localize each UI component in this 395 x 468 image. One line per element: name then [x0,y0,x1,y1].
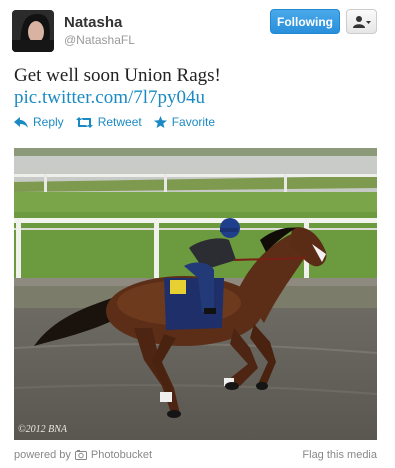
avatar-photo [12,10,54,52]
media-footer: powered by Photobucket Flag this media [14,449,377,461]
reply-icon [14,116,28,128]
tweet-actions: Reply Retweet Favorite [14,114,227,130]
flag-media-link[interactable]: Flag this media [302,449,377,461]
retweet-button[interactable]: Retweet [75,115,142,129]
favorite-button[interactable]: Favorite [153,115,216,129]
powered-by-label: powered by [14,449,71,461]
photo-watermark: ©2012 BNA [18,424,67,435]
avatar[interactable] [12,10,54,52]
tweet-photo[interactable]: ©2012 BNA [14,148,377,440]
user-dropdown-icon [352,15,371,28]
retweet-label: Retweet [97,115,142,129]
reply-label: Reply [33,115,64,129]
favorite-label: Favorite [171,115,216,129]
tweet-media-link[interactable]: pic.twitter.com/7l7py04u [14,86,205,110]
user-name[interactable]: Natasha [64,14,122,31]
star-icon [153,116,167,128]
powered-by: powered by Photobucket [14,449,152,461]
following-button[interactable]: Following [270,9,340,34]
following-button-label: Following [277,14,333,29]
photobucket-link[interactable]: Photobucket [91,449,152,461]
reply-button[interactable]: Reply [14,115,64,129]
tweet-text: Get well soon Union Rags! [14,65,221,86]
photobucket-icon [74,450,87,460]
retweet-icon [75,116,93,128]
user-handle[interactable]: @NatashaFL [64,33,135,47]
user-actions-button[interactable] [346,9,377,34]
racehorse-photo [14,148,377,440]
